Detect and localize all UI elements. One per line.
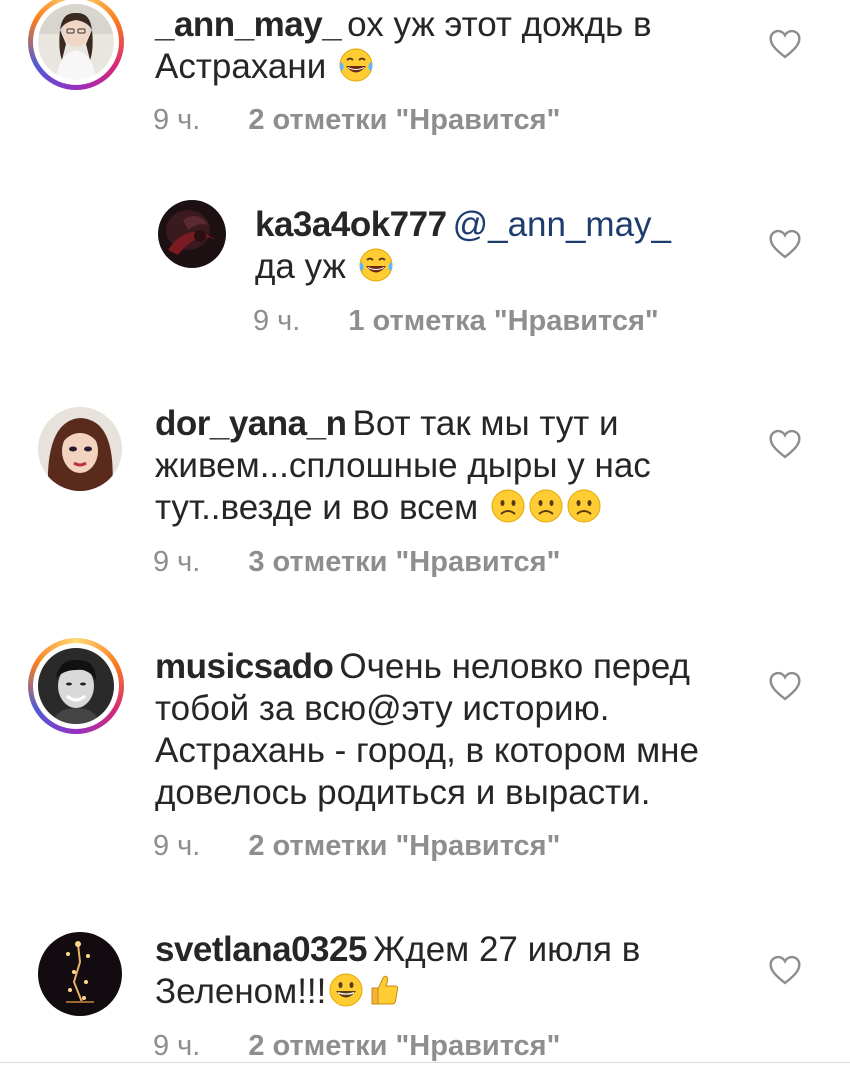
avatar[interactable] bbox=[38, 932, 122, 1016]
comment-text: musicsado Очень неловко перед тобой за вс… bbox=[155, 646, 775, 814]
avatar-wrap[interactable] bbox=[158, 200, 226, 268]
frowning-face-emoji-icon bbox=[528, 488, 564, 524]
comment-text: ka3a4ok777 @_ann_may_ да уж bbox=[255, 204, 735, 288]
comment-body: да уж bbox=[255, 247, 346, 286]
avatar-wrap[interactable] bbox=[38, 407, 122, 491]
mention-link[interactable]: @_ann_may_ bbox=[453, 205, 671, 244]
tears-of-joy-emoji-icon bbox=[338, 47, 374, 83]
avatar[interactable] bbox=[38, 4, 114, 80]
heart-outline-icon[interactable] bbox=[768, 229, 802, 259]
grinning-face-emoji-icon bbox=[328, 972, 364, 1008]
likes-count-link[interactable]: 2 отметки "Нравится" bbox=[248, 830, 560, 862]
bottom-divider bbox=[0, 1062, 850, 1063]
comment-username[interactable]: musicsado bbox=[155, 647, 334, 686]
heart-outline-icon[interactable] bbox=[768, 29, 802, 59]
comment-meta: 9 ч. 3 отметки "Нравится" bbox=[153, 546, 560, 579]
comment-username[interactable]: ka3a4ok777 bbox=[255, 205, 447, 244]
tears-of-joy-emoji-icon bbox=[358, 247, 394, 283]
comment-time: 9 ч. bbox=[153, 104, 201, 136]
likes-count-link[interactable]: 1 отметка "Нравится" bbox=[348, 305, 658, 337]
comment-meta: 9 ч. 2 отметки "Нравится" bbox=[153, 1030, 560, 1063]
comment-body-line2: тобой за всю@эту историю. bbox=[155, 689, 610, 728]
thumbs-up-emoji-icon bbox=[366, 972, 402, 1008]
comment-body-line2: Зеленом!!! bbox=[155, 972, 327, 1011]
comment-body: ох уж этот дождь в bbox=[347, 5, 652, 44]
comment-body-line3: Астрахань - город, в котором мне bbox=[155, 731, 699, 770]
comment-body: Очень неловко перед bbox=[339, 647, 690, 686]
likes-count-link[interactable]: 3 отметки "Нравится" bbox=[248, 546, 560, 578]
story-ring[interactable] bbox=[28, 638, 124, 734]
comment-username[interactable]: _ann_may_ bbox=[155, 5, 342, 44]
comment-time: 9 ч. bbox=[153, 1030, 201, 1062]
comment-body-line4: довелось родиться и вырасти. bbox=[155, 773, 651, 812]
frowning-face-emoji-icon bbox=[566, 488, 602, 524]
comment-text: dor_yana_n Вот так мы тут и живем...сплош… bbox=[155, 403, 745, 529]
comment-meta: 9 ч. 2 отметки "Нравится" bbox=[153, 830, 560, 863]
comment-username[interactable]: dor_yana_n bbox=[155, 404, 347, 443]
comment-time: 9 ч. bbox=[153, 546, 201, 578]
comment-body: Ждем 27 июля в bbox=[372, 930, 641, 969]
heart-outline-icon[interactable] bbox=[768, 429, 802, 459]
comment-meta: 9 ч. 2 отметки "Нравится" bbox=[153, 104, 560, 137]
avatar[interactable] bbox=[38, 407, 122, 491]
comment-body-line2: живем...сплошные дыры у нас bbox=[155, 446, 651, 485]
comment-text: svetlana0325 Ждем 27 июля в Зеленом!!! bbox=[155, 929, 745, 1013]
comment-body-line2: Астрахани bbox=[155, 47, 327, 86]
comment-time: 9 ч. bbox=[153, 830, 201, 862]
heart-outline-icon[interactable] bbox=[768, 955, 802, 985]
comment-text: _ann_may_ ох уж этот дождь в Астрахани bbox=[155, 4, 745, 88]
comment-body: Вот так мы тут и bbox=[352, 404, 619, 443]
avatar-wrap[interactable] bbox=[38, 932, 122, 1016]
comment-meta: 9 ч. 1 отметка "Нравится" bbox=[253, 305, 659, 338]
comment-username[interactable]: svetlana0325 bbox=[155, 930, 367, 969]
likes-count-link[interactable]: 2 отметки "Нравится" bbox=[248, 1030, 560, 1062]
story-ring[interactable] bbox=[28, 0, 124, 90]
avatar[interactable] bbox=[158, 200, 226, 268]
comment-body-line3: тут..везде и во всем bbox=[155, 488, 479, 527]
frowning-face-emoji-icon bbox=[490, 488, 526, 524]
avatar[interactable] bbox=[38, 648, 114, 724]
comment-time: 9 ч. bbox=[253, 305, 301, 337]
heart-outline-icon[interactable] bbox=[768, 671, 802, 701]
likes-count-link[interactable]: 2 отметки "Нравится" bbox=[248, 104, 560, 136]
